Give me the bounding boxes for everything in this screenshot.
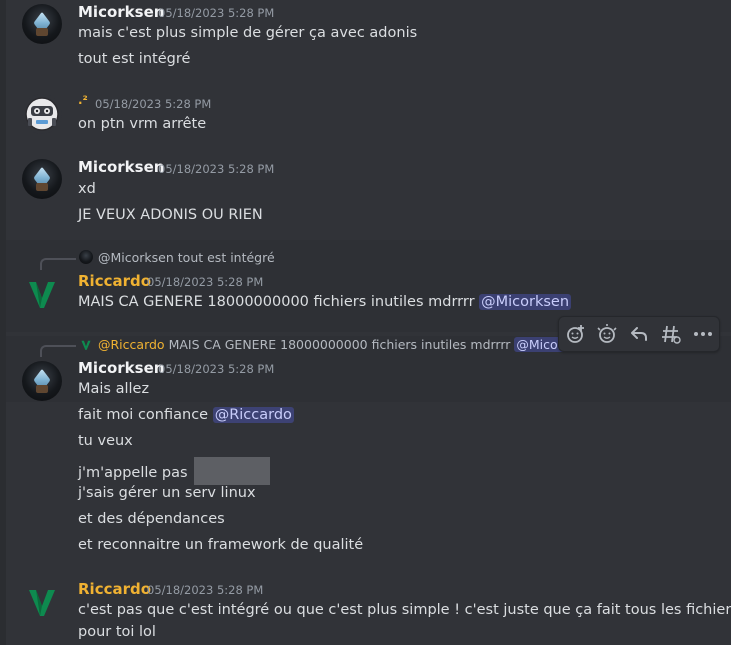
timestamp: 05/18/2023 5:28 PM [158,162,275,176]
message-toolbar [558,316,720,352]
avatar[interactable] [22,582,62,622]
message-line: j'sais gérer un serv linux [78,485,256,501]
message-line: xd [78,181,96,197]
chat-messages: Micorksen 05/18/2023 5:28 PM mais c'est … [0,0,731,645]
avatar[interactable] [22,274,62,314]
reply-content: MAIS CA GENERE 18000000000 fichiers inut… [168,337,511,352]
reply-button[interactable] [626,321,652,347]
reply-connector [40,345,76,357]
super-reaction-icon [597,324,617,343]
author-name[interactable]: .² [78,93,88,107]
avatar[interactable] [22,4,62,44]
message-line: tu veux [78,433,133,449]
timestamp: 05/18/2023 5:28 PM [147,275,264,289]
reply-author[interactable]: @Micorksen [98,250,174,265]
robot-avatar-icon [25,97,59,131]
author-name[interactable]: Riccardo [78,272,151,290]
timestamp: 05/18/2023 5:28 PM [95,97,212,111]
v-logo-icon [29,282,55,308]
message-line: MAIS CA GENERE 18000000000 fichiers inut… [78,294,572,310]
message-line: on ptn vrm arrête [78,116,207,132]
reply-preview[interactable]: @Micorksen tout est intégré [98,250,275,265]
reply-connector [40,258,76,270]
timestamp: 05/18/2023 5:28 PM [158,6,275,20]
create-thread-icon [662,325,681,344]
user-mention[interactable]: @Riccardo [212,407,294,423]
author-name[interactable]: Micorksen [78,3,164,21]
more-icon [694,332,712,336]
message-line: Mais allez [78,381,150,397]
author-name[interactable]: Micorksen [78,359,164,377]
timestamp: 05/18/2023 5:28 PM [147,583,264,597]
message-line: et reconnaitre un framework de qualité [78,537,364,553]
reply-author[interactable]: @Riccardo [98,337,165,352]
message-text: MAIS CA GENERE 18000000000 fichiers inut… [78,294,475,310]
avatar[interactable] [22,159,62,199]
create-thread-button[interactable] [658,321,684,347]
v-logo-icon [29,590,55,616]
author-name[interactable]: Riccardo [78,580,151,598]
reply-avatar [79,250,93,264]
add-reaction-icon [567,325,584,343]
reply-icon [631,327,647,341]
message-line: tout est intégré [78,51,191,67]
avatar[interactable] [22,94,62,134]
message-text: fait moi confiance [78,407,209,423]
add-reaction-button[interactable] [563,321,589,347]
avatar[interactable] [22,361,62,401]
message-line: mais c'est plus simple de gérer ça avec … [78,25,418,41]
author-name[interactable]: Micorksen [78,158,164,176]
redacted-block [194,457,271,485]
message-line: c'est pas que c'est intégré ou que c'est… [78,602,731,618]
user-mention[interactable]: @Micorksen [479,294,572,310]
message-line: fait moi confiance @Riccardo [78,407,294,423]
more-options-button[interactable] [690,321,716,347]
reply-avatar [79,337,93,351]
message-line: j'm'appelle pas [78,457,271,487]
message-line: JE VEUX ADONIS OU RIEN [78,207,263,223]
reply-content: tout est intégré [177,250,275,265]
message-line: et des dépendances [78,511,225,527]
message-line: pour toi lol [78,624,156,640]
timestamp: 05/18/2023 5:28 PM [158,362,275,376]
super-reaction-button[interactable] [594,321,620,347]
reply-preview[interactable]: @Riccardo MAIS CA GENERE 18000000000 fic… [98,337,595,352]
message-text: j'm'appelle pas [78,465,188,481]
